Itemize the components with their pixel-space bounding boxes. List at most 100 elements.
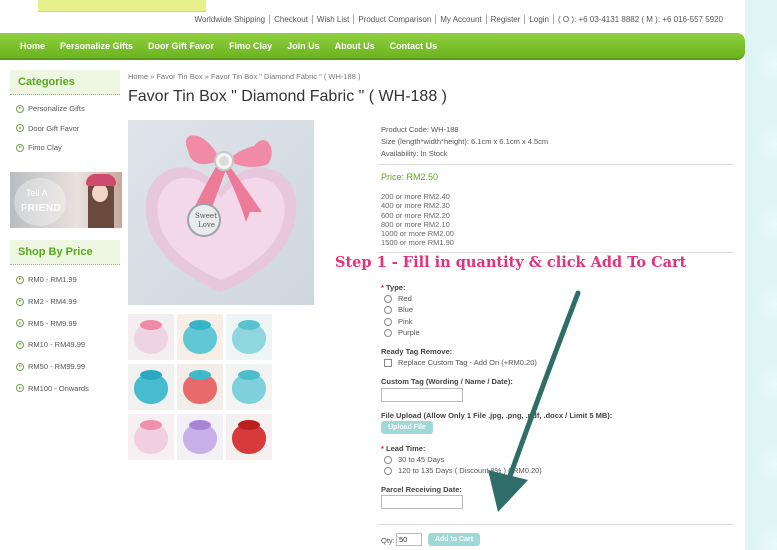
nav-door-gift-favor[interactable]: Door Gift Favor xyxy=(148,41,214,51)
category-label[interactable]: Fimo Clay xyxy=(28,143,62,152)
link-checkout[interactable]: Checkout xyxy=(269,15,312,24)
tiers-divider xyxy=(378,252,733,253)
logo-banner[interactable] xyxy=(38,0,206,12)
categories-title: Categories xyxy=(10,70,120,95)
price-tiers: 200 or more RM2.40 400 or more RM2.30 60… xyxy=(381,192,454,248)
banner-face xyxy=(92,184,108,202)
tin-label-line1: Sweet xyxy=(195,212,217,220)
nav-contact-us[interactable]: Contact Us xyxy=(390,41,438,51)
main-nav: Home Personalize Gifts Door Gift Favor F… xyxy=(0,33,745,60)
thumbnail-pink-1[interactable] xyxy=(128,314,174,360)
thumbnail-pink-2[interactable] xyxy=(128,414,174,460)
price-range-item[interactable]: RM50 - RM99.99 xyxy=(16,356,120,378)
link-worldwide-shipping[interactable]: Worldwide Shipping xyxy=(191,15,270,24)
info-divider xyxy=(378,164,733,165)
type-option-pink[interactable]: Pink xyxy=(384,317,413,326)
radio-button[interactable] xyxy=(384,305,392,314)
cart-divider xyxy=(378,524,733,525)
custom-tag-input[interactable] xyxy=(381,388,463,402)
custom-tag-label: Custom Tag (Wording / Name / Date): xyxy=(381,377,513,386)
thumbnail-red[interactable] xyxy=(226,414,272,460)
price-range-label[interactable]: RM2 - RM4.99 xyxy=(28,297,77,306)
top-links: Worldwide Shipping Checkout Wish List Pr… xyxy=(191,15,727,24)
thumbnail-blue-3[interactable] xyxy=(128,364,174,410)
category-item[interactable]: Fimo Clay xyxy=(16,138,120,158)
thumbnail-mixed[interactable] xyxy=(177,364,223,410)
link-my-account[interactable]: My Account xyxy=(435,15,485,24)
upload-file-button[interactable]: Upload File xyxy=(381,421,433,434)
qty-label: Qty: xyxy=(381,536,395,545)
thumbnail-grid xyxy=(128,314,272,460)
radio-button[interactable] xyxy=(384,466,392,475)
ready-tag-label: Ready Tag Remove: xyxy=(381,347,453,356)
price-range-item[interactable]: RM10 - RM49.99 xyxy=(16,334,120,356)
category-item[interactable]: Personalize Gifts xyxy=(16,99,120,119)
quantity-input[interactable]: 50 xyxy=(396,533,422,546)
breadcrumb[interactable]: Home » Favor Tin Box » Favor Tin Box " D… xyxy=(128,72,360,81)
banner-circle xyxy=(14,178,66,226)
link-product-comparison[interactable]: Product Comparison xyxy=(353,15,435,24)
contact-phone-numbers: ( O ): +6 03-4131 8882 ( M ): +6 016-557… xyxy=(553,15,727,24)
nav-personalize-gifts[interactable]: Personalize Gifts xyxy=(60,41,133,51)
friend-text: FRIEND xyxy=(21,203,62,214)
price-range-item[interactable]: RM5 - RM9.99 xyxy=(16,312,120,334)
type-option-purple[interactable]: Purple xyxy=(384,328,420,337)
price-range-item[interactable]: RM2 - RM4.99 xyxy=(16,291,120,313)
type-option-blue[interactable]: Blue xyxy=(384,305,413,314)
thumbnail-blue-4[interactable] xyxy=(226,364,272,410)
heart-tin-illustration: Sweet Love xyxy=(145,135,297,292)
step-annotation: Step 1 - Fill in quantity & click Add To… xyxy=(335,254,687,271)
arrow-bullet-icon xyxy=(16,384,24,393)
ready-tag-option[interactable]: Replace Custom Tag - Add On (+RM0.20) xyxy=(384,358,537,367)
category-label[interactable]: Door Gift Favor xyxy=(28,124,79,133)
category-item[interactable]: Door Gift Favor xyxy=(16,119,120,139)
parcel-date-input[interactable] xyxy=(381,495,463,509)
radio-button[interactable] xyxy=(384,317,392,326)
link-login[interactable]: Login xyxy=(524,15,553,24)
price-range-label[interactable]: RM5 - RM9.99 xyxy=(28,319,77,328)
price-tier: 200 or more RM2.40 xyxy=(381,192,450,201)
checkbox[interactable] xyxy=(384,358,392,367)
product-price: Price: RM2.50 xyxy=(381,172,439,182)
shop-by-price-panel: Shop By Price RM0 - RM1.99 RM2 - RM4.99 … xyxy=(10,240,120,399)
price-tier: 600 or more RM2.20 xyxy=(381,210,450,220)
nav-home[interactable]: Home xyxy=(20,41,45,51)
radio-button[interactable] xyxy=(384,328,392,337)
lead-time-option-1[interactable]: 30 to 45 Days xyxy=(384,455,444,464)
type-label: * Type: xyxy=(381,283,406,292)
product-code: Product Code: WH-188 xyxy=(381,125,459,134)
thumbnail-purple[interactable] xyxy=(177,414,223,460)
product-availability: Availability: In Stock xyxy=(381,149,448,158)
thumbnail-blue-2[interactable] xyxy=(226,314,272,360)
category-label[interactable]: Personalize Gifts xyxy=(28,104,85,113)
price-range-item[interactable]: RM100 - Onwards xyxy=(16,377,120,399)
thumbnail-blue-1[interactable] xyxy=(177,314,223,360)
arrow-bullet-icon xyxy=(16,319,24,328)
lead-time-option-2[interactable]: 120 to 135 Days ( Discount 8% ) (-RM0.20… xyxy=(384,466,542,475)
arrow-bullet-icon xyxy=(16,362,24,371)
link-register[interactable]: Register xyxy=(485,15,525,24)
product-main-image[interactable]: Sweet Love xyxy=(128,120,314,305)
arrow-bullet-icon xyxy=(16,124,24,133)
lead-time-label: * Lead Time: xyxy=(381,444,426,453)
price-range-label[interactable]: RM50 - RM99.99 xyxy=(28,362,85,371)
price-tier: 800 or more RM2.10 xyxy=(381,219,450,229)
tell-a-friend-banner[interactable]: Tell A FRIEND xyxy=(10,172,122,228)
nav-join-us[interactable]: Join Us xyxy=(287,41,320,51)
link-wish-list[interactable]: Wish List xyxy=(311,15,353,24)
price-range-label[interactable]: RM10 - RM49.99 xyxy=(28,340,85,349)
nav-about-us[interactable]: About Us xyxy=(335,41,375,51)
price-range-label[interactable]: RM0 - RM1.99 xyxy=(28,275,77,284)
nav-fimo-clay[interactable]: Fimo Clay xyxy=(229,41,272,51)
radio-button[interactable] xyxy=(384,455,392,464)
parcel-date-label: Parcel Receiving Date: xyxy=(381,485,462,494)
type-option-red[interactable]: Red xyxy=(384,294,412,303)
tin-label-line2: Love xyxy=(198,221,215,229)
radio-button[interactable] xyxy=(384,294,392,303)
arrow-bullet-icon xyxy=(16,104,24,113)
add-to-cart-button[interactable]: Add to Cart xyxy=(428,533,480,546)
price-range-item[interactable]: RM0 - RM1.99 xyxy=(16,269,120,291)
arrow-bullet-icon xyxy=(16,275,24,284)
price-tier: 1000 or more RM2.00 xyxy=(381,229,454,239)
price-range-label[interactable]: RM100 - Onwards xyxy=(28,384,89,393)
